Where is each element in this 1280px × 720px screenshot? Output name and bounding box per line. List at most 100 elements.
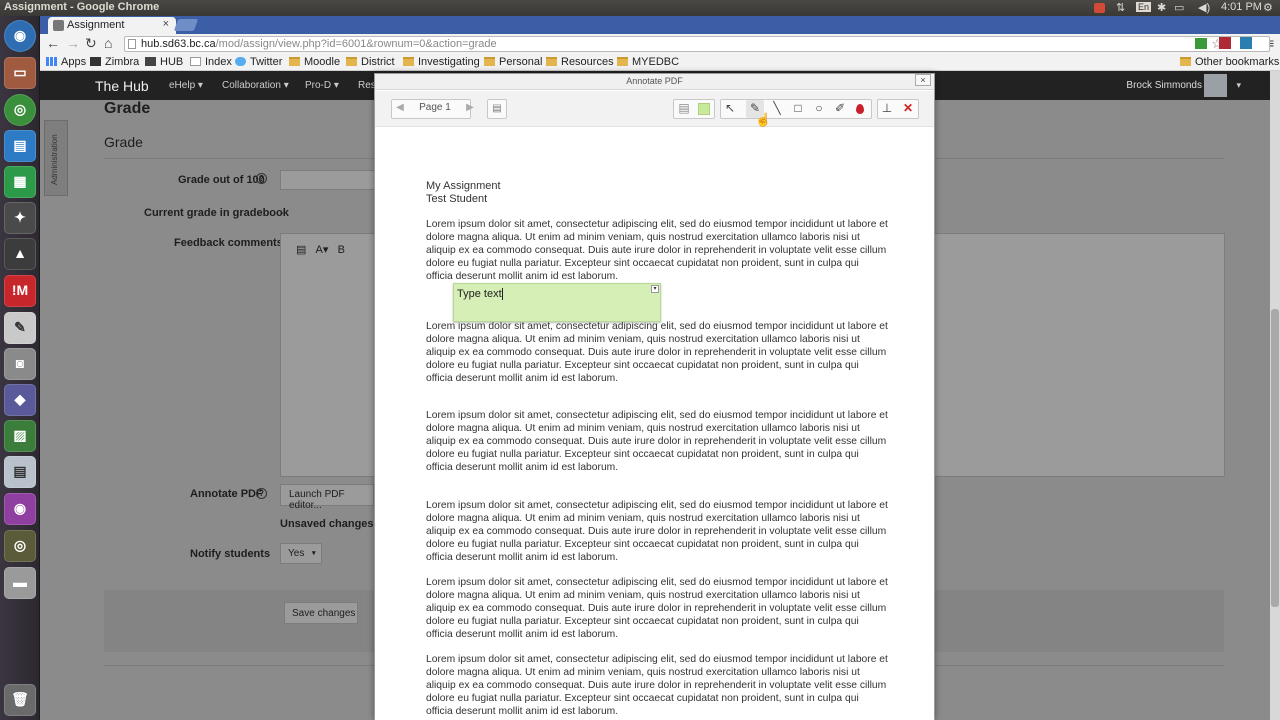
twitter-icon: [235, 57, 246, 66]
tab-title: Assignment: [67, 19, 125, 31]
document-viewer-icon[interactable]: ▤: [4, 456, 36, 488]
notify-select[interactable]: Yes ▾: [280, 543, 322, 564]
tab-close-icon[interactable]: ×: [163, 18, 169, 30]
image-viewer-icon[interactable]: ▨: [4, 420, 36, 452]
bookmark-myedbc[interactable]: MYEDBC: [617, 56, 679, 68]
launch-pdf-button[interactable]: Launch PDF editor...: [280, 484, 374, 511]
battery-icon[interactable]: ▭: [1174, 1, 1184, 14]
bookmark-index[interactable]: Index: [190, 56, 232, 68]
url-host: hub.sd63.bc.ca: [141, 38, 216, 50]
feedback-label: Feedback comments: [174, 237, 283, 249]
paragraph: Lorem ipsum dolor sit amet, consectetur …: [426, 219, 888, 282]
bluetooth-icon[interactable]: ✱: [1157, 1, 1166, 14]
current-grade-label: Current grade in gradebook: [144, 207, 289, 219]
chrome-icon[interactable]: ◎: [4, 94, 36, 126]
pen-tool-icon[interactable]: ✐: [831, 100, 849, 118]
stamp-tool-icon[interactable]: ⊥: [878, 100, 896, 118]
reload-icon[interactable]: ↻: [85, 35, 97, 52]
window-title: Assignment - Google Chrome: [4, 1, 160, 13]
grade-label: Grade out of 100: [178, 174, 265, 186]
user-menu-caret-icon[interactable]: ▾: [1236, 80, 1241, 91]
administration-tab[interactable]: Administration: [44, 120, 68, 196]
page-scrollbar[interactable]: [1270, 71, 1280, 720]
text-editor-icon[interactable]: ✎: [4, 312, 36, 344]
cube-app-icon[interactable]: ◆: [4, 384, 36, 416]
back-arrow-icon[interactable]: ←: [46, 35, 60, 51]
network-icon[interactable]: ⇅: [1116, 1, 1125, 14]
comment-search-icon[interactable]: ▤: [675, 100, 693, 118]
bookmark-district[interactable]: District: [346, 56, 395, 68]
writer-icon[interactable]: ▤: [4, 130, 36, 162]
clock[interactable]: 4:01 PM: [1221, 1, 1262, 13]
dash-home-icon[interactable]: ◉: [4, 20, 36, 52]
other-bookmarks[interactable]: Other bookmarks: [1180, 56, 1279, 68]
doc-title: My Assignment: [426, 180, 501, 192]
highlight-color-icon[interactable]: [856, 104, 864, 114]
keyboard-language-indicator[interactable]: En: [1136, 2, 1152, 12]
user-name[interactable]: Brock Simmonds: [1126, 80, 1202, 91]
bookmark-twitter[interactable]: Twitter: [235, 56, 282, 68]
avatar[interactable]: [1204, 74, 1227, 97]
site-brand[interactable]: The Hub: [95, 78, 149, 94]
scrollbar-thumb[interactable]: [1271, 309, 1279, 607]
paragraph: Lorem ipsum dolor sit amet, consectetur …: [426, 500, 888, 563]
unity-launcher: ◉ ▭ ◎ ▤ ▦ ✦ ▲ !M ✎ ◙ ◆ ▨ ▤ ◉ ◎ ▬ 🗑: [0, 16, 40, 720]
page-info-icon[interactable]: [128, 39, 136, 49]
calc-icon[interactable]: ▦: [4, 166, 36, 198]
next-page-icon[interactable]: ▶: [461, 99, 479, 119]
address-bar[interactable]: hub.sd63.bc.ca/mod/assign/view.php?id=60…: [124, 36, 1270, 52]
color-swatch-icon[interactable]: [698, 103, 710, 115]
select-pointer-icon[interactable]: ↖: [721, 100, 739, 118]
editor-toolbar-icon[interactable]: ▤ A▾ B: [296, 243, 345, 256]
bookmark-zimbra[interactable]: Zimbra: [90, 56, 139, 68]
bookmark-moodle[interactable]: Moodle: [289, 56, 340, 68]
menu-ehelp[interactable]: eHelp ▾: [169, 80, 203, 91]
volume-icon[interactable]: ◀): [1198, 1, 1210, 14]
paragraph: Lorem ipsum dolor sit amet, consectetur …: [426, 577, 888, 640]
power-gear-icon[interactable]: ⚙: [1263, 1, 1273, 14]
oval-tool-icon[interactable]: ○: [810, 100, 828, 118]
delete-tool-icon[interactable]: ✕: [899, 100, 917, 118]
hub-icon: [145, 57, 156, 66]
drive-icon[interactable]: ▬: [4, 567, 36, 599]
help-icon[interactable]: ?: [256, 488, 267, 499]
forward-arrow-icon[interactable]: →: [66, 35, 80, 51]
zimbra-icon: [90, 57, 101, 66]
photo-app-icon[interactable]: ◉: [4, 493, 36, 525]
bookmark-resources[interactable]: Resources: [546, 56, 614, 68]
extension-green-icon[interactable]: [1195, 38, 1207, 49]
prev-page-icon[interactable]: ◀: [391, 99, 409, 119]
paragraph: Lorem ipsum dolor sit amet, consectetur …: [426, 654, 888, 717]
files-icon[interactable]: ▭: [4, 57, 36, 89]
rectangle-tool-icon[interactable]: □: [789, 100, 807, 118]
save-changes-button[interactable]: Save changes: [284, 602, 358, 624]
page-list-icon[interactable]: ▤: [487, 99, 507, 119]
page-select[interactable]: Page 1: [413, 99, 457, 119]
im-app-icon[interactable]: !M: [4, 275, 36, 307]
camera-app-icon[interactable]: ◙: [4, 348, 36, 380]
bookmark-investigating[interactable]: Investigating: [403, 56, 480, 68]
tab-assignment[interactable]: Assignment ×: [48, 17, 176, 34]
trash-icon[interactable]: 🗑: [4, 684, 36, 716]
folder-icon: [346, 57, 357, 66]
grade-input[interactable]: [280, 170, 380, 190]
bookmark-hub[interactable]: HUB: [145, 56, 183, 68]
bookmark-apps[interactable]: Apps: [46, 56, 86, 68]
menu-collaboration[interactable]: Collaboration ▾: [222, 80, 289, 91]
comment-menu-icon[interactable]: ▾: [651, 285, 659, 293]
camera-indicator-icon[interactable]: [1094, 3, 1105, 13]
media-icon[interactable]: ✦: [4, 202, 36, 234]
extension-blue-icon[interactable]: [1240, 37, 1252, 49]
comment-box[interactable]: Type text ▾: [453, 283, 661, 322]
folder-icon: [1180, 57, 1191, 66]
extension-red-icon[interactable]: [1219, 37, 1231, 49]
bookmark-personal[interactable]: Personal: [484, 56, 542, 68]
speaker-app-icon[interactable]: ◎: [4, 530, 36, 562]
inkscape-icon[interactable]: ▲: [4, 238, 36, 270]
home-icon[interactable]: ⌂: [104, 35, 112, 51]
help-icon[interactable]: ?: [256, 173, 267, 184]
menu-prod[interactable]: Pro-D ▾: [305, 80, 339, 91]
comment-text[interactable]: Type text: [457, 288, 502, 300]
doc-author: Test Student: [426, 193, 488, 205]
dialog-close-icon[interactable]: ×: [915, 74, 931, 86]
